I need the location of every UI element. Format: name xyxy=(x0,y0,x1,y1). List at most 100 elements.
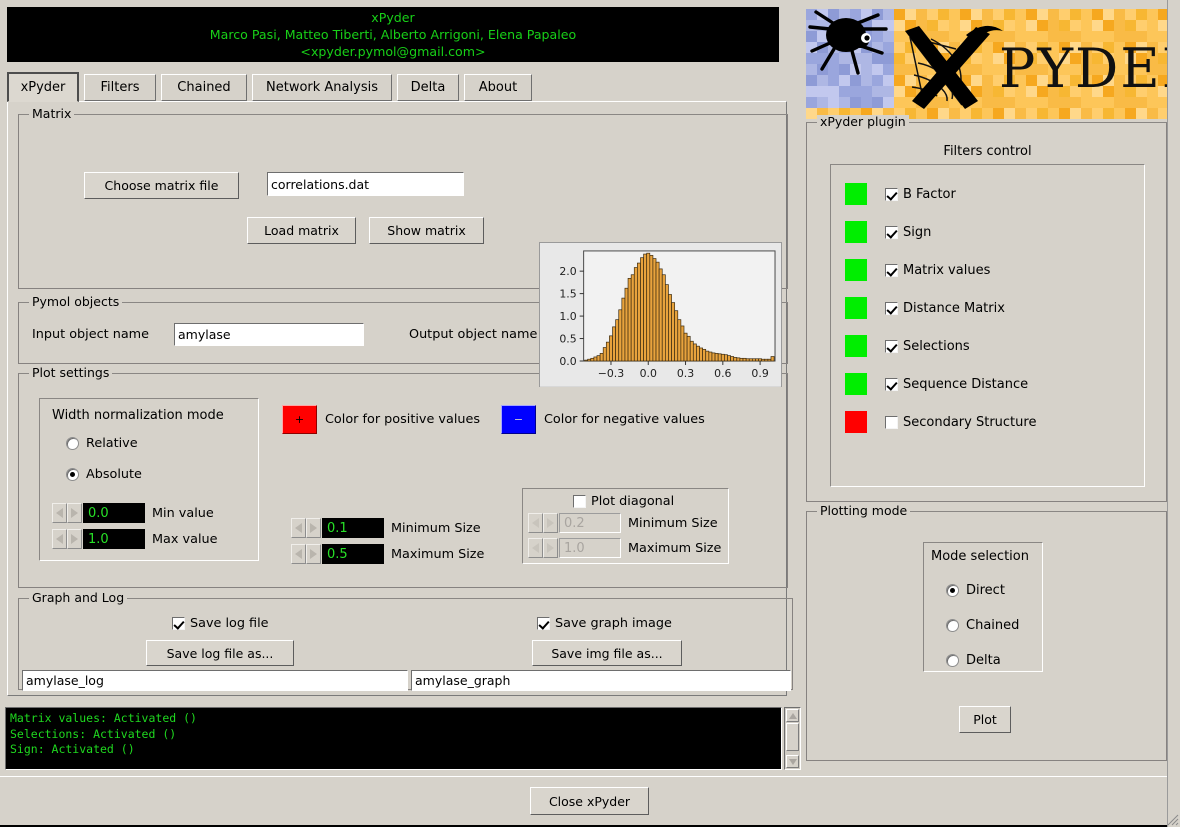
filter-checkbox[interactable]: B Factor xyxy=(885,187,956,202)
mode-option-indicator[interactable] xyxy=(946,584,959,597)
minimum-size-spinbox[interactable]: 0.1 xyxy=(291,518,384,538)
plot-diagonal-checkbox-indicator[interactable] xyxy=(573,495,586,508)
scroll-up-icon[interactable] xyxy=(786,709,799,722)
filter-checkbox[interactable]: Sequence Distance xyxy=(885,377,1028,392)
filter-color-swatch[interactable] xyxy=(845,297,867,319)
console-log-scrollbar[interactable] xyxy=(784,707,801,770)
minimum-size-field[interactable]: 0.1 xyxy=(322,518,384,538)
graph-filename-input[interactable]: amylase_graph xyxy=(411,670,791,691)
filter-color-swatch[interactable] xyxy=(845,411,867,433)
save-graph-image-checkbox[interactable]: Save graph image xyxy=(537,616,672,631)
max-value-arrows[interactable] xyxy=(52,529,83,549)
choose-matrix-file-button[interactable]: Choose matrix file xyxy=(84,172,239,199)
input-object-name-field[interactable]: amylase xyxy=(174,323,364,346)
diag-maximum-size-label: Maximum Size xyxy=(628,540,722,556)
filter-row: Sign xyxy=(845,215,1144,249)
resize-grip-icon[interactable] xyxy=(1167,814,1179,826)
maximum-size-decrement-icon[interactable] xyxy=(291,544,306,564)
filter-checkbox-indicator[interactable] xyxy=(885,225,898,239)
scrollbar-thumb[interactable] xyxy=(786,723,799,751)
radio-relative-indicator[interactable] xyxy=(66,437,79,450)
max-value-spinbox[interactable]: 1.0 xyxy=(52,529,145,549)
save-log-file-checkbox[interactable]: Save log file xyxy=(172,616,269,631)
tab-filters[interactable]: Filters xyxy=(84,74,156,101)
pymol-objects-group-title: Pymol objects xyxy=(29,295,123,309)
save-graph-image-checkbox-indicator[interactable] xyxy=(537,617,550,630)
tab-chained[interactable]: Chained xyxy=(161,74,247,101)
filter-label: Sign xyxy=(903,224,932,240)
load-matrix-button[interactable]: Load matrix xyxy=(247,217,356,244)
tab-network-analysis[interactable]: Network Analysis xyxy=(252,74,392,101)
tab-delta[interactable]: Delta xyxy=(397,74,459,101)
filter-checkbox-indicator[interactable] xyxy=(885,301,898,315)
close-xpyder-button[interactable]: Close xPyder xyxy=(530,787,649,815)
show-matrix-button[interactable]: Show matrix xyxy=(369,217,484,244)
minimum-size-increment-icon[interactable] xyxy=(306,518,321,538)
negative-color-swatch[interactable]: − xyxy=(501,405,536,434)
filter-checkbox-indicator[interactable] xyxy=(885,339,898,353)
filter-label: Distance Matrix xyxy=(903,300,1005,316)
radio-absolute[interactable]: Absolute xyxy=(66,467,142,482)
plugin-frame-title: xPyder plugin xyxy=(817,115,909,129)
min-value-decrement-icon[interactable] xyxy=(52,503,67,523)
filter-row: Selections xyxy=(845,329,1144,363)
mode-option-chained[interactable]: Chained xyxy=(946,608,1019,643)
console-log: Matrix values: Activated () Selections: A… xyxy=(5,707,782,770)
maximum-size-field[interactable]: 0.5 xyxy=(322,544,384,564)
save-log-file-checkbox-indicator[interactable] xyxy=(172,617,185,630)
scroll-down-icon[interactable] xyxy=(786,755,799,768)
diag-minimum-size-increment-icon xyxy=(543,513,558,533)
mode-option-delta[interactable]: Delta xyxy=(946,643,1019,678)
min-value-field[interactable]: 0.0 xyxy=(83,503,145,523)
minimum-size-decrement-icon[interactable] xyxy=(291,518,306,538)
tab-about[interactable]: About xyxy=(464,74,532,101)
filter-checkbox-indicator[interactable] xyxy=(885,187,898,201)
save-log-file-as-button[interactable]: Save log file as... xyxy=(146,640,294,666)
matrix-file-input[interactable]: correlations.dat xyxy=(267,172,464,196)
min-value-arrows[interactable] xyxy=(52,503,83,523)
mode-option-indicator[interactable] xyxy=(946,619,959,632)
mode-option-direct[interactable]: Direct xyxy=(946,573,1019,608)
plot-button[interactable]: Plot xyxy=(959,706,1011,733)
filter-color-swatch[interactable] xyxy=(845,373,867,395)
tab-xpyder[interactable]: xPyder xyxy=(7,72,79,102)
svg-text:0.3: 0.3 xyxy=(677,367,694,380)
mode-option-label: Direct xyxy=(966,583,1005,598)
mode-option-indicator[interactable] xyxy=(946,654,959,667)
min-value-spinbox[interactable]: 0.0 xyxy=(52,503,145,523)
filter-color-swatch[interactable] xyxy=(845,335,867,357)
filter-checkbox-indicator[interactable] xyxy=(885,377,898,391)
filter-checkbox-indicator[interactable] xyxy=(885,415,898,429)
filter-checkbox[interactable]: Selections xyxy=(885,339,970,354)
max-value-increment-icon[interactable] xyxy=(67,529,82,549)
radio-relative[interactable]: Relative xyxy=(66,436,138,451)
plot-diagonal-checkbox[interactable]: Plot diagonal xyxy=(573,494,674,509)
maximum-size-spinbox[interactable]: 0.5 xyxy=(291,544,384,564)
filter-color-swatch[interactable] xyxy=(845,183,867,205)
filter-color-swatch[interactable] xyxy=(845,221,867,243)
filter-checkbox[interactable]: Sign xyxy=(885,225,931,240)
minimum-size-arrows[interactable] xyxy=(291,518,322,538)
window-vertical-scrollbar[interactable] xyxy=(1167,0,1180,827)
console-line: Sign: Activated () xyxy=(10,742,135,756)
min-value-increment-icon[interactable] xyxy=(67,503,82,523)
max-value-decrement-icon[interactable] xyxy=(52,529,67,549)
positive-color-swatch[interactable]: + xyxy=(282,405,317,434)
xpyder-logo-svg: PYDER xyxy=(806,9,1167,119)
save-img-file-as-button[interactable]: Save img file as... xyxy=(532,640,682,666)
filter-color-swatch[interactable] xyxy=(845,259,867,281)
max-value-field[interactable]: 1.0 xyxy=(83,529,145,549)
filter-checkbox[interactable]: Distance Matrix xyxy=(885,301,1005,316)
app-banner: xPyder Marco Pasi, Matteo Tiberti, Alber… xyxy=(7,7,779,62)
plot-diagonal-label: Plot diagonal xyxy=(591,494,675,509)
maximum-size-increment-icon[interactable] xyxy=(306,544,321,564)
filter-label: Selections xyxy=(903,338,970,354)
maximum-size-arrows[interactable] xyxy=(291,544,322,564)
log-filename-input[interactable]: amylase_log xyxy=(22,670,408,691)
radio-absolute-indicator[interactable] xyxy=(66,468,79,481)
filters-control-title: Filters control xyxy=(943,144,1032,159)
filter-checkbox[interactable]: Matrix values xyxy=(885,263,990,278)
filter-checkbox-indicator[interactable] xyxy=(885,263,898,277)
filter-checkbox[interactable]: Secondary Structure xyxy=(885,415,1036,430)
svg-text:1.0: 1.0 xyxy=(559,310,576,323)
